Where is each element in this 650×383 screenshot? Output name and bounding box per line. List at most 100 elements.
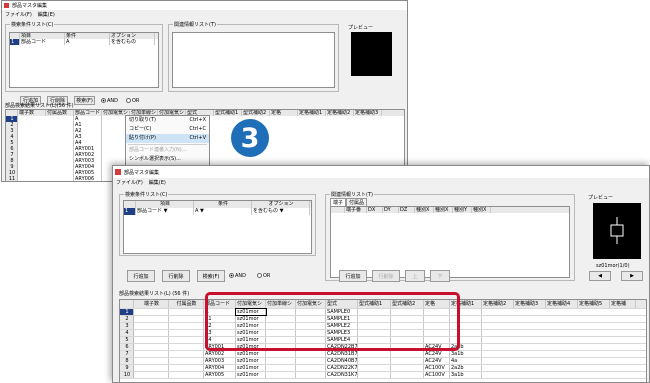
front-menu-bar: ファイル(F) 編集(E) <box>113 178 649 187</box>
back-parts-title: 部品検索結果リスト(L)(56 件) <box>5 103 74 109</box>
preview-next-button[interactable]: ▶ <box>621 271 643 281</box>
row-number: 2 <box>120 316 134 322</box>
cell-model[interactable]: CA2DN22K7 <box>326 365 358 371</box>
table-row[interactable]: 10 ARY005 sz01mor CA2DN31K7 AC100V 3a1b <box>120 372 646 379</box>
cell-model[interactable]: CA2DN31B7 <box>326 351 358 357</box>
app-icon <box>4 3 9 8</box>
step-badge: 3 <box>231 119 269 157</box>
table-row[interactable]: 8 ARY003 sz01mor CA2DN40B7 AC24V 4a <box>120 358 646 365</box>
cell-rating-aux1[interactable]: 3a1b <box>450 351 482 357</box>
table-row[interactable]: 9 ARY004 sz01mor CA2DN22K7 AC100V 2a2b <box>120 365 646 372</box>
cell-attr[interactable]: sz01mor <box>236 358 266 364</box>
highlight-box <box>205 292 460 351</box>
back-menu-edit[interactable]: 編集(E) <box>38 11 55 18</box>
menu-separator <box>128 144 207 145</box>
and-radio[interactable]: AND <box>229 273 246 279</box>
or-radio-dot[interactable] <box>257 273 262 278</box>
back-row-field[interactable]: 部品コード <box>20 39 65 45</box>
related-info-group: 関連情報リスト(T) 端子 付属品 端子番 DX DY DZ 種別X 種別X 種… <box>325 191 575 281</box>
row-number: 6 <box>120 344 134 350</box>
col-cond: 条件 <box>194 201 252 208</box>
move-up-button[interactable]: 上 <box>405 270 425 282</box>
add-row-button[interactable]: 行追加 <box>127 270 155 282</box>
context-menu-item[interactable]: 貼り付け(P) Ctrl+V <box>126 134 209 143</box>
front-menu-edit[interactable]: 編集(E) <box>149 179 166 186</box>
cell-model[interactable]: CA2DN31K7 <box>326 372 358 378</box>
cell-part-code[interactable]: ARY003 <box>204 358 236 364</box>
related-list[interactable]: 端子番 DX DY DZ 種別X 種別X 種別Y 種別X <box>330 206 570 278</box>
or-radio[interactable]: OR <box>257 273 270 279</box>
back-row-option[interactable]: を含むもの <box>110 39 155 45</box>
preview-label: プレビュー <box>588 195 614 201</box>
context-menu-item[interactable]: コピー(C) Ctrl+C <box>126 125 209 134</box>
context-menu: 切り取り(T) Ctrl+X コピー(C) Ctrl+C 貼り付け(P) Ctrl+V 部品… <box>125 115 210 167</box>
back-title-bar: 部品マスタ編集 <box>2 1 407 10</box>
col-item: 項目 <box>136 201 194 208</box>
context-menu-item[interactable]: 切り取り(T) Ctrl+X <box>126 116 209 125</box>
preview-prev-button[interactable]: ◀ <box>589 271 611 281</box>
app-icon <box>115 169 121 175</box>
search-value-input[interactable]: A ▼ <box>194 208 252 215</box>
related-delete-row-button[interactable]: 行削除 <box>372 270 400 282</box>
search-condition-list[interactable]: 項目 条件 オプション 1 部品コード ▼ A ▼ を含むもの ▼ <box>123 200 312 254</box>
parts-list-title: 部品検索結果リスト(L) (56 件) <box>119 290 189 297</box>
delete-row-button[interactable]: 行削除 <box>162 270 190 282</box>
context-menu-item[interactable]: シンボル選択表示(S)... <box>126 155 209 164</box>
back-preview-canvas <box>351 32 392 76</box>
cell-rating-aux1[interactable]: 2a2b <box>450 365 482 371</box>
cell-rating[interactable]: AC100V <box>424 372 450 378</box>
back-row-number: 11 <box>6 176 18 181</box>
back-or-radio[interactable]: OR <box>126 98 139 104</box>
cell-attr[interactable]: sz01mor <box>236 351 266 357</box>
search-button[interactable]: 検索(F) <box>197 270 225 282</box>
row-number: 10 <box>120 372 134 378</box>
row-number: 5 <box>120 337 134 343</box>
table-row[interactable]: 7 ARY002 sz01mor CA2DN31B7 AC24V 3a1b <box>120 351 646 358</box>
cell-attr[interactable]: sz01mor <box>236 372 266 378</box>
cell-rating-aux1[interactable]: 4a <box>450 358 482 364</box>
cell-rating[interactable]: AC100V <box>424 365 450 371</box>
cell-part-code[interactable]: ARY002 <box>204 351 236 357</box>
parts-list-title-text: 部品検索結果リスト(L) <box>119 291 171 297</box>
preview-counter: sz01mor(1/0) <box>596 263 630 269</box>
front-window-title: 部品マスタ編集 <box>124 169 160 176</box>
related-add-row-button[interactable]: 行追加 <box>339 270 367 282</box>
back-row-value[interactable]: A <box>65 39 110 45</box>
search-field-select[interactable]: 部品コード ▼ <box>136 208 194 215</box>
search-row-number: 1 <box>124 208 136 215</box>
preview-canvas <box>593 203 641 259</box>
row-number: 8 <box>120 358 134 364</box>
back-preview-label: プレビュー <box>348 25 374 31</box>
context-menu-item[interactable]: 部品コード連番入力(N)... <box>126 146 209 155</box>
back-search-button[interactable]: 検索(F) <box>74 96 95 105</box>
search-condition-group: 検索条件リスト(C) 項目 条件 オプション 1 部品コード ▼ A ▼ を含む… <box>119 191 316 256</box>
search-condition-title: 検索条件リスト(C) <box>124 191 169 198</box>
cell-model[interactable]: CA2DN40B7 <box>326 358 358 364</box>
back-related-group: 関連情報リスト(T) <box>168 21 339 92</box>
cell-rating-aux1[interactable]: 3a1b <box>450 372 482 378</box>
back-search-group: 検索条件リスト(C) 項目 条件 オプション 1 部品コード A を含むもの <box>5 21 163 92</box>
back-cell-code[interactable]: ARY006 <box>74 176 102 181</box>
search-option-select[interactable]: を含むもの ▼ <box>252 208 310 215</box>
cell-attr[interactable]: sz01mor <box>236 365 266 371</box>
row-number: 4 <box>120 330 134 336</box>
row-number: 7 <box>120 351 134 357</box>
back-and-radio[interactable]: AND <box>101 98 118 104</box>
row-number: 9 <box>120 365 134 371</box>
back-search-title: 検索条件リスト(C) <box>10 21 55 28</box>
cell-rating[interactable]: AC24V <box>424 358 450 364</box>
back-related-title: 関連情報リスト(T) <box>173 21 217 28</box>
front-menu-file[interactable]: ファイル(F) <box>116 179 143 186</box>
back-menu-file[interactable]: ファイル(F) <box>5 11 32 18</box>
parts-count: (56 件) <box>172 291 190 297</box>
cell-part-code[interactable]: ARY004 <box>204 365 236 371</box>
back-related-list[interactable] <box>172 32 335 88</box>
back-window: 部品マスタ編集 ファイル(F) 編集(E) 検索条件リスト(C) 項目 条件 オ… <box>1 0 408 182</box>
and-radio-dot[interactable] <box>229 273 234 278</box>
back-search-list[interactable]: 項目 条件 オプション 1 部品コード A を含むもの <box>9 32 159 88</box>
move-down-button[interactable]: 下 <box>430 270 450 282</box>
row-number: 1 <box>120 309 134 315</box>
cell-rating[interactable]: AC24V <box>424 351 450 357</box>
cell-part-code[interactable]: ARY005 <box>204 372 236 378</box>
row-number: 3 <box>120 323 134 329</box>
